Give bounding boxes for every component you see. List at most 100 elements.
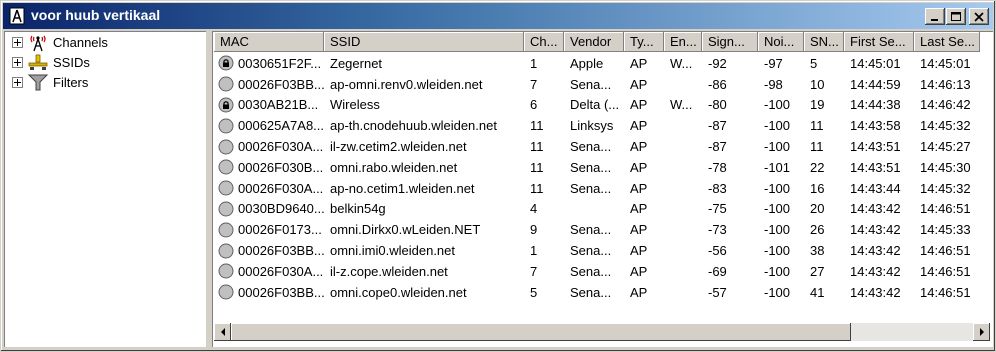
network-status-icon: [218, 118, 234, 134]
cell-last-seen: 14:45:32: [920, 118, 971, 134]
table-row[interactable]: 00026F030A... il-zw.cetim2.wleiden.net 11 S…: [214, 136, 980, 157]
scroll-right-button[interactable]: [973, 323, 990, 341]
scrollbar-thumb[interactable]: [231, 323, 851, 341]
tree-item-ssids[interactable]: SSIDs: [12, 52, 90, 72]
cell-mac: 000625A7A8...: [214, 118, 324, 134]
cell-channel: 7: [530, 263, 538, 279]
expand-icon[interactable]: [12, 76, 23, 88]
table-row[interactable]: 0030BD9640... belkin54g 4 AP -75 -100 20 14:43:…: [214, 199, 980, 220]
expand-icon[interactable]: [12, 56, 23, 68]
cell-noise: -100: [764, 284, 791, 300]
cell-snr: 22: [810, 159, 825, 175]
cell-type: AP: [630, 263, 648, 279]
network-list: MAC SSID Ch... Vendor Ty... En... Sign... Noi..…: [212, 31, 993, 347]
scroll-left-button[interactable]: [214, 323, 231, 341]
mac-address: 00026F0173...: [238, 222, 322, 238]
cell-signal: -80: [708, 97, 727, 113]
horizontal-scrollbar[interactable]: [214, 323, 990, 341]
cell-channel: 1: [530, 243, 538, 259]
cell-channel: 7: [530, 76, 538, 92]
cell-vendor: Sena...: [570, 180, 612, 196]
column-header-channel[interactable]: Ch...: [524, 32, 564, 52]
window-title: voor huub vertikaal: [31, 7, 161, 23]
table-row[interactable]: 00026F0173... omni.Dirkx0.wLeiden.NET 9 Sen…: [214, 219, 980, 240]
table-row[interactable]: 00026F03BB... omni.imi0.wleiden.net 1 Sena.…: [214, 240, 980, 261]
mac-address: 00026F030A...: [238, 180, 324, 196]
table-row[interactable]: 0030AB21B... Wireless 6 Delta (... AP W... -80…: [214, 95, 980, 116]
cell-signal: -73: [708, 222, 727, 238]
cell-noise: -98: [764, 76, 783, 92]
mac-address: 00026F03BB...: [238, 243, 324, 259]
table-row[interactable]: 00026F030A... il-z.cope.wleiden.net 7 Sena.…: [214, 261, 980, 282]
table-row[interactable]: 00026F03BB... omni.cope0.wleiden.net 5 Sena…: [214, 282, 980, 303]
column-header-last-seen[interactable]: Last Se...: [914, 32, 980, 52]
cell-first-seen: 14:44:59: [850, 76, 901, 92]
cell-snr: 5: [810, 55, 818, 71]
column-header-type[interactable]: Ty...: [624, 32, 664, 52]
expand-icon[interactable]: [12, 36, 23, 48]
cell-type: AP: [630, 76, 648, 92]
cell-ssid: ap-no.cetim1.wleiden.net: [330, 180, 475, 196]
cell-vendor: Sena...: [570, 139, 612, 155]
cell-type: AP: [630, 97, 648, 113]
network-status-icon: [218, 159, 234, 175]
table-row[interactable]: 000625A7A8... ap-th.cnodehuub.wleiden.net…: [214, 115, 980, 136]
cell-mac: 00026F030A...: [214, 139, 324, 155]
table-row[interactable]: 0030651F2F... Zegernet 1 Apple AP W... -92 -97 5…: [214, 53, 980, 74]
cell-mac: 00026F030A...: [214, 180, 324, 196]
column-header-vendor[interactable]: Vendor: [564, 32, 624, 52]
column-header-first-seen[interactable]: First Se...: [844, 32, 914, 52]
cell-last-seen: 14:45:30: [920, 159, 971, 175]
cell-type: AP: [630, 55, 648, 71]
cell-noise: -100: [764, 201, 791, 217]
close-button[interactable]: [969, 8, 989, 25]
close-icon: [974, 11, 984, 22]
cell-last-seen: 14:45:27: [920, 139, 971, 155]
network-icon: [27, 52, 49, 72]
cell-last-seen: 14:46:51: [920, 263, 971, 279]
column-header-encryption[interactable]: En...: [664, 32, 702, 52]
tree-item-channels[interactable]: Channels: [12, 32, 108, 52]
cell-snr: 10: [810, 76, 825, 92]
mac-address: 00026F030A...: [238, 139, 324, 155]
column-header-signal[interactable]: Sign...: [702, 32, 758, 52]
cell-type: AP: [630, 118, 648, 134]
locked-network-icon: [218, 97, 234, 113]
cell-noise: -100: [764, 180, 791, 196]
app-icon: [9, 7, 25, 25]
tree-panel: Channels SSIDs Filters: [4, 31, 206, 347]
column-header-snr[interactable]: SN...: [804, 32, 844, 52]
table-row[interactable]: 00026F03BB... ap-omni.renv0.wleiden.net 7 S…: [214, 74, 980, 95]
maximize-button[interactable]: [946, 8, 966, 25]
cell-vendor: Sena...: [570, 76, 612, 92]
cell-snr: 38: [810, 243, 825, 259]
cell-snr: 41: [810, 284, 825, 300]
cell-mac: 00026F030B...: [214, 159, 324, 175]
table-row[interactable]: 00026F030A... ap-no.cetim1.wleiden.net 11 S…: [214, 178, 980, 199]
antenna-icon: [27, 32, 49, 52]
cell-mac: 00026F03BB...: [214, 243, 324, 259]
maximize-icon: [951, 11, 961, 21]
cell-snr: 16: [810, 180, 825, 196]
title-bar[interactable]: voor huub vertikaal: [3, 3, 993, 29]
cell-first-seen: 14:43:42: [850, 201, 901, 217]
column-header-ssid[interactable]: SSID: [324, 32, 524, 52]
column-header-noise[interactable]: Noi...: [758, 32, 804, 52]
cell-ssid: Wireless: [330, 97, 380, 113]
cell-signal: -78: [708, 159, 727, 175]
cell-snr: 26: [810, 222, 825, 238]
cell-channel: 11: [530, 159, 544, 175]
table-row[interactable]: 00026F030B... omni.rabo.wleiden.net 11 Sena…: [214, 157, 980, 178]
mac-address: 00026F030A...: [238, 263, 324, 279]
column-header-mac[interactable]: MAC: [214, 32, 324, 52]
cell-last-seen: 14:46:51: [920, 284, 971, 300]
cell-last-seen: 14:46:42: [920, 97, 971, 113]
network-status-icon: [218, 243, 234, 259]
cell-channel: 11: [530, 139, 544, 155]
minimize-button[interactable]: [925, 8, 945, 25]
cell-ssid: Zegernet: [330, 55, 383, 71]
cell-snr: 20: [810, 201, 825, 217]
cell-noise: -100: [764, 263, 791, 279]
tree-item-filters[interactable]: Filters: [12, 72, 88, 92]
arrow-right-icon: [979, 328, 984, 336]
